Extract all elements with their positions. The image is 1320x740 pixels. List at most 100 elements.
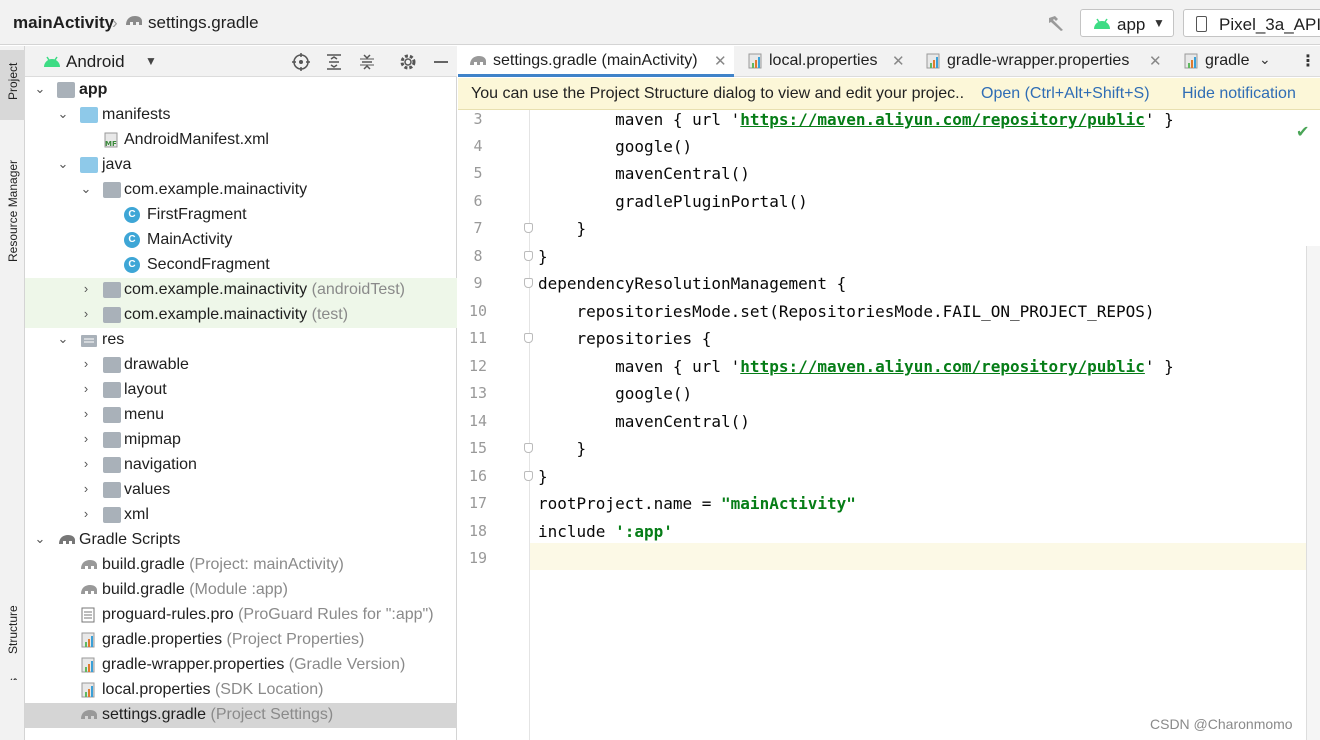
tree-label: values	[124, 481, 171, 498]
code-line: }	[538, 247, 548, 266]
tree-item-android-test[interactable]: › com.example.mainactivity (androidTest)	[25, 278, 457, 303]
tree-item-main-activity[interactable]: C MainActivity	[25, 228, 457, 253]
package-hint: (androidTest)	[311, 281, 405, 298]
line-number: 18	[468, 522, 488, 540]
tree-item-navigation[interactable]: › navigation	[25, 453, 457, 478]
properties-file-icon	[748, 53, 764, 74]
code-area[interactable]: maven { url 'https://maven.aliyun.com/re…	[531, 110, 1306, 740]
editor: settings.gradle (mainActivity) ✕ local.p…	[458, 46, 1320, 740]
tree-item-settings-gradle[interactable]: settings.gradle (Project Settings)	[25, 703, 457, 728]
locate-icon[interactable]	[291, 52, 311, 72]
tree-item-build-gradle-project[interactable]: build.gradle (Project: mainActivity)	[25, 553, 457, 578]
android-icon	[1093, 17, 1111, 35]
tree-item-gradle-properties[interactable]: gradle.properties (Project Properties)	[25, 628, 457, 653]
collapse-all-icon[interactable]	[357, 52, 377, 72]
chevron-down-icon[interactable]: ⌄	[79, 181, 93, 197]
project-panel: Android ▼ ⌄ app ⌄ manifests MF AndroidMa…	[25, 46, 457, 740]
tree-label: AndroidManifest.xml	[124, 131, 269, 148]
tab-gradle-wrapper-properties[interactable]: gradle-wrapper.properties ✕	[916, 46, 1172, 77]
chevron-right-icon[interactable]: ›	[79, 281, 93, 296]
folder-icon	[80, 107, 98, 123]
tree-item-res[interactable]: ⌄ res	[25, 328, 457, 353]
line-number: 11	[468, 329, 488, 347]
project-tool-tab[interactable]: Project	[0, 50, 25, 120]
tree-item-test[interactable]: › com.example.mainactivity (test)	[25, 303, 457, 328]
tree-item-package[interactable]: ⌄ com.example.mainactivity	[25, 178, 457, 203]
close-icon[interactable]: ✕	[714, 52, 727, 70]
tree-item-gradle-wrapper[interactable]: gradle-wrapper.properties (Gradle Versio…	[25, 653, 457, 678]
tree-item-values[interactable]: › values	[25, 478, 457, 503]
tree-item-build-gradle-module[interactable]: build.gradle (Module :app)	[25, 578, 457, 603]
tab-gradle[interactable]: gradle	[1174, 46, 1252, 77]
tree-item-xml[interactable]: › xml	[25, 503, 457, 528]
chevron-right-icon[interactable]: ›	[79, 456, 93, 471]
resource-manager-tool-label: Resource Manager	[6, 159, 20, 262]
code-line: maven { url 'https://maven.aliyun.com/re…	[538, 110, 1174, 129]
file-name: settings.gradle	[102, 706, 207, 723]
tree-label: mipmap	[124, 431, 181, 448]
close-icon[interactable]: ✕	[892, 52, 905, 70]
repository-url[interactable]: https://maven.aliyun.com/repository/publ…	[740, 357, 1145, 376]
chevron-down-icon[interactable]: ▼	[145, 54, 157, 68]
chevron-right-icon[interactable]: ›	[79, 406, 93, 421]
run-configuration-label: app	[1117, 15, 1146, 34]
folder-icon	[103, 382, 121, 398]
chevron-down-icon[interactable]: ⌄	[33, 81, 47, 97]
breadcrumb-file[interactable]: settings.gradle	[148, 13, 259, 33]
project-view-select[interactable]: Android	[66, 52, 125, 72]
file-name: proguard-rules.pro	[102, 606, 234, 623]
tree-label: settings.gradle (Project Settings)	[102, 706, 333, 724]
breadcrumb-separator: ›	[112, 13, 118, 32]
repository-url[interactable]: https://maven.aliyun.com/repository/publ…	[740, 110, 1145, 129]
chevron-down-icon[interactable]: ⌄	[56, 106, 70, 122]
chevron-right-icon[interactable]: ›	[79, 356, 93, 371]
tree-item-second-fragment[interactable]: C SecondFragment	[25, 253, 457, 278]
tree-item-local-properties[interactable]: local.properties (SDK Location)	[25, 678, 457, 703]
chevron-down-icon[interactable]: ⌄	[33, 531, 47, 547]
tab-settings-gradle[interactable]: settings.gradle (mainActivity) ✕	[458, 46, 734, 77]
tab-label: gradle-wrapper.properties	[947, 52, 1130, 69]
resource-folder-icon	[80, 332, 98, 348]
tree-item-layout[interactable]: › layout	[25, 378, 457, 403]
tree-item-app[interactable]: ⌄ app	[25, 78, 457, 103]
chevron-right-icon[interactable]: ›	[79, 506, 93, 521]
inspection-ok-icon[interactable]: ✔	[1296, 122, 1309, 142]
hammer-icon[interactable]	[1046, 14, 1066, 37]
minimize-icon[interactable]	[431, 52, 451, 72]
file-hint: (Module :app)	[189, 581, 288, 598]
tree-item-drawable[interactable]: › drawable	[25, 353, 457, 378]
tree-item-mipmap[interactable]: › mipmap	[25, 428, 457, 453]
tree-item-gradle-scripts[interactable]: ⌄ Gradle Scripts	[25, 528, 457, 553]
tree-label: MainActivity	[147, 231, 233, 248]
tree-label: gradle.properties (Project Properties)	[102, 631, 364, 649]
device-select[interactable]: Pixel_3a_API_3	[1183, 9, 1320, 37]
chevron-down-icon[interactable]: ⌄	[1259, 51, 1271, 68]
file-name: build.gradle	[102, 556, 185, 573]
tree-item-manifest-file[interactable]: MF AndroidManifest.xml	[25, 128, 457, 153]
hide-notification-link[interactable]: Hide notification	[1182, 85, 1296, 103]
tree-item-first-fragment[interactable]: C FirstFragment	[25, 203, 457, 228]
gear-icon[interactable]	[398, 52, 418, 72]
breadcrumb-project[interactable]: mainActivity	[13, 13, 114, 33]
tree-item-menu[interactable]: › menu	[25, 403, 457, 428]
tree-item-proguard[interactable]: proguard-rules.pro (ProGuard Rules for "…	[25, 603, 457, 628]
chevron-right-icon[interactable]: ›	[79, 306, 93, 321]
expand-all-icon[interactable]	[324, 52, 344, 72]
file-hint: (Project Properties)	[226, 631, 365, 648]
run-configuration-select[interactable]: app ▼	[1080, 9, 1174, 37]
tree-item-java[interactable]: ⌄ java	[25, 153, 457, 178]
more-options-icon[interactable]: ⋮	[1300, 51, 1316, 71]
tab-local-properties[interactable]: local.properties ✕	[738, 46, 914, 77]
chevron-right-icon[interactable]: ›	[79, 481, 93, 496]
chevron-right-icon[interactable]: ›	[79, 381, 93, 396]
device-label: Pixel_3a_API_3	[1219, 15, 1320, 34]
open-project-structure-link[interactable]: Open (Ctrl+Alt+Shift+S)	[981, 85, 1150, 103]
vertical-scrollbar[interactable]	[1306, 246, 1320, 740]
chevron-down-icon[interactable]: ⌄	[56, 156, 70, 172]
chevron-down-icon[interactable]: ⌄	[56, 331, 70, 347]
tool-window-strip: Project Resource Manager Structure Bookm…	[0, 46, 25, 740]
line-number: 4	[473, 137, 483, 155]
chevron-right-icon[interactable]: ›	[79, 431, 93, 446]
tree-item-manifests[interactable]: ⌄ manifests	[25, 103, 457, 128]
close-icon[interactable]: ✕	[1149, 52, 1162, 70]
